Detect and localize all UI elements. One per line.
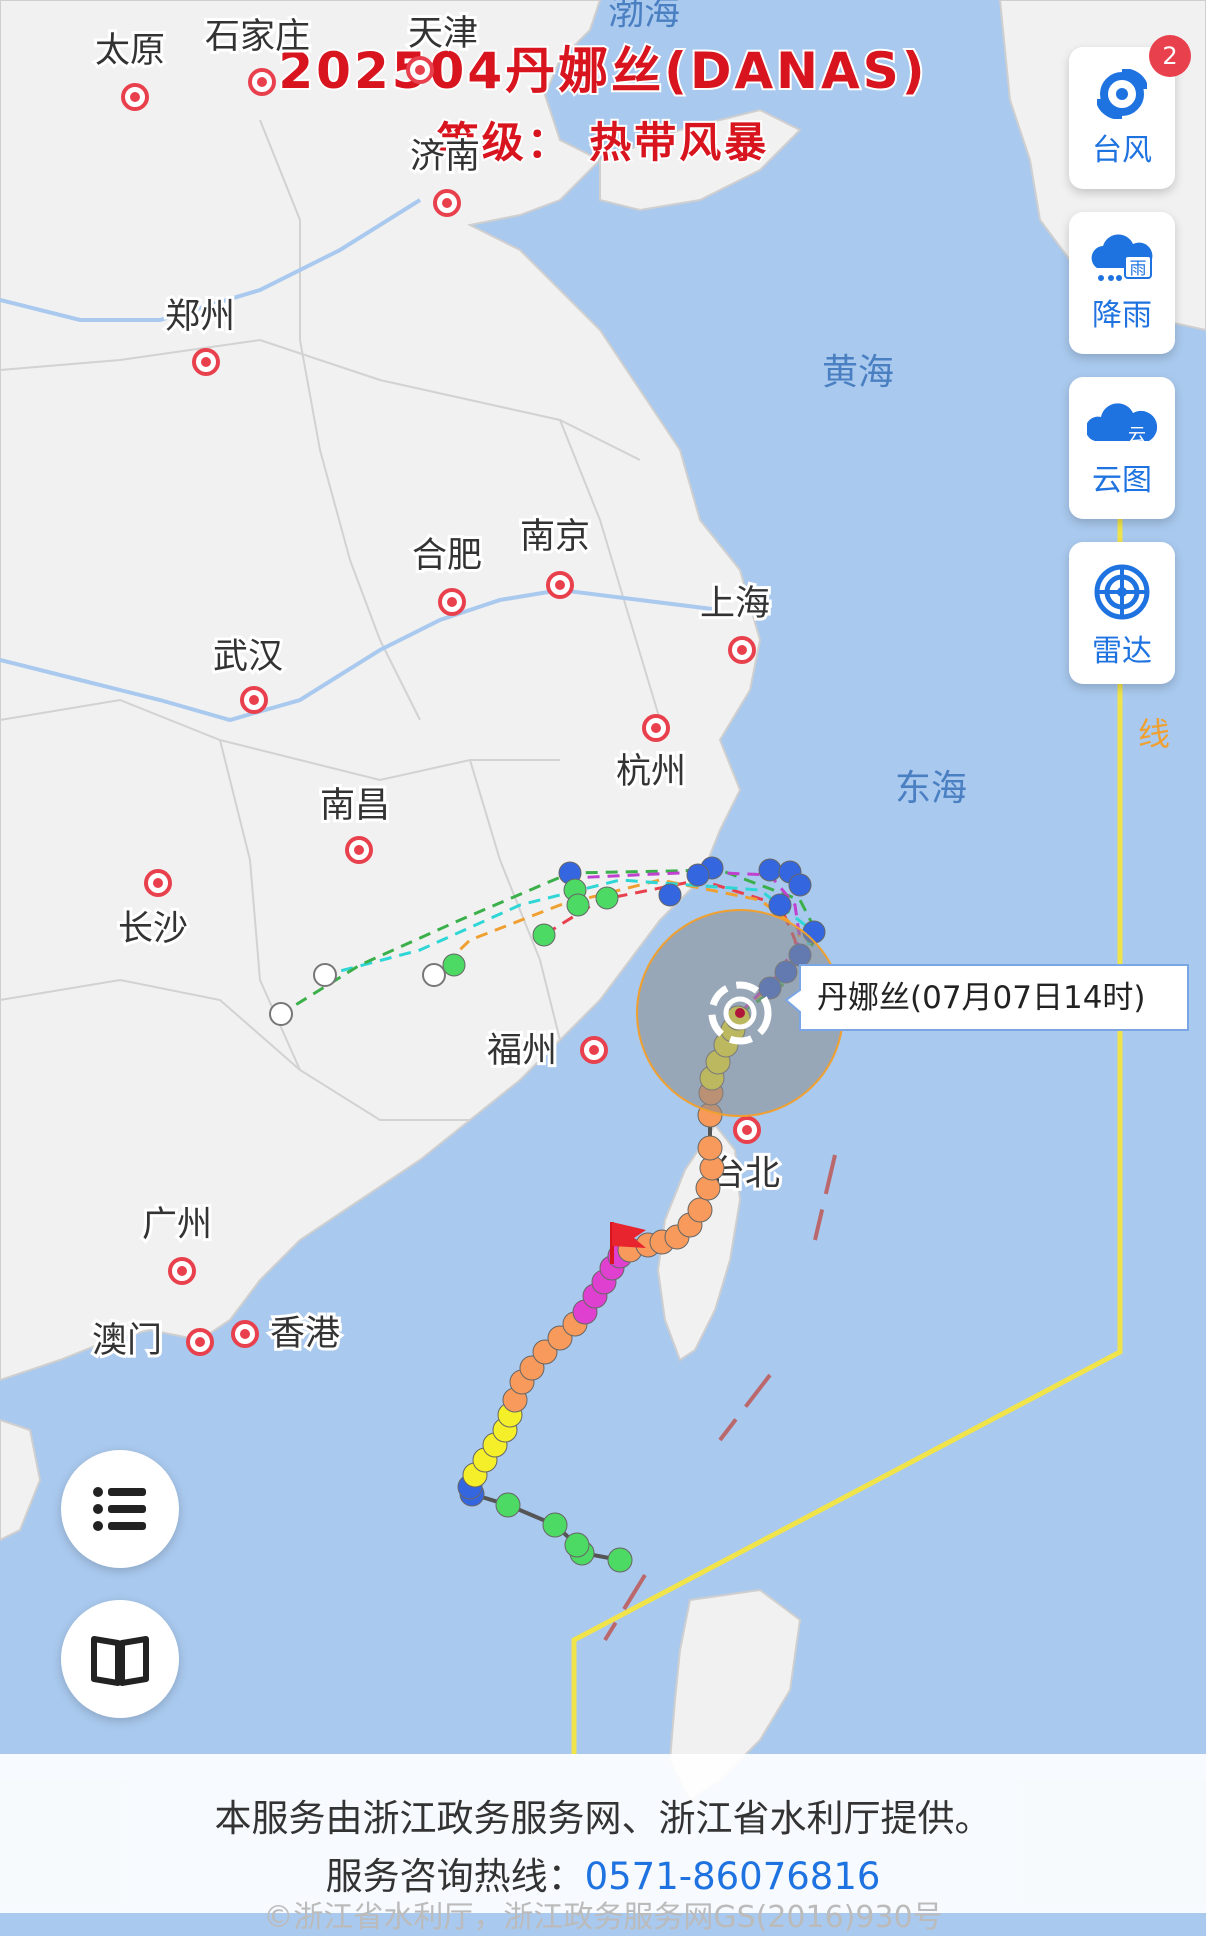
typhoon-tooltip[interactable]: 丹娜丝(07月07日14时) [784, 964, 1189, 1031]
city-label: 澳门 [92, 1321, 162, 1361]
city-label: 福州 [487, 1031, 557, 1071]
city-label: 广州 [142, 1205, 212, 1245]
book-icon [91, 1636, 149, 1686]
city-label: 合肥 [412, 536, 482, 576]
city-label: 南昌 [320, 786, 390, 826]
sea-label-donghai: 东海 [895, 768, 967, 809]
city-label: 长沙 [118, 909, 188, 949]
typhoon-control-button[interactable]: 2 台风 [1069, 35, 1191, 189]
notification-badge: 2 [1149, 35, 1191, 77]
rain-icon: 雨 [1091, 234, 1153, 281]
cloud-icon: 云 [1087, 403, 1157, 446]
typhoon-tooltip-text: 丹娜丝(07月07日14时) [817, 980, 1146, 1016]
sea-label-bohai: 渤海 [608, 0, 680, 33]
typhoon-map[interactable]: 线 202504丹娜丝(DANAS) 等级： 热带风暴 渤海 黄海 东海 太原石… [0, 0, 1206, 1913]
track-point[interactable] [687, 1197, 713, 1223]
forecast-point[interactable] [442, 953, 466, 977]
forecast-point[interactable] [758, 858, 782, 882]
warning-line-label: 线 [1138, 715, 1170, 753]
forecast-point[interactable] [595, 886, 619, 910]
forecast-point[interactable] [658, 883, 682, 907]
cloud-control-button[interactable]: 云 云图 [1069, 377, 1175, 519]
track-point[interactable] [542, 1512, 568, 1538]
typhoon-icon [1097, 69, 1147, 119]
radar-icon [1094, 564, 1150, 620]
sea-label-huanghai: 黄海 [822, 352, 894, 393]
city-label: 香港 [270, 1314, 340, 1354]
city-label: 杭州 [616, 752, 686, 792]
forecast-end-point[interactable] [313, 963, 337, 987]
city-label: 武汉 [213, 637, 283, 677]
footer-copyright: ©浙江省水利厅，浙江政务服务网GS(2016)930号 [263, 1900, 943, 1935]
forecast-point[interactable] [566, 893, 590, 917]
legend-book-button[interactable] [61, 1600, 179, 1718]
radar-control-label: 雷达 [1092, 634, 1152, 669]
city-label: 石家庄 [205, 17, 310, 57]
forecast-point[interactable] [686, 863, 710, 887]
city-label: 济南 [410, 137, 480, 177]
forecast-end-point[interactable] [269, 1002, 293, 1026]
city-label: 天津 [408, 14, 478, 54]
forecast-end-point[interactable] [422, 963, 446, 987]
radar-control-button[interactable]: 雷达 [1069, 542, 1175, 684]
cloud-icon-text: 云 [1128, 425, 1146, 446]
typhoon-title: 202504丹娜丝(DANAS) [278, 42, 927, 100]
service-footer: 本服务由浙江政务服务网、浙江省水利厅提供。 服务咨询热线：0571-860768… [0, 1754, 1206, 1935]
track-point[interactable] [495, 1492, 521, 1518]
typhoon-control-label: 台风 [1092, 133, 1152, 168]
footer-provider-text: 本服务由浙江政务服务网、浙江省水利厅提供。 [214, 1797, 992, 1840]
city-label: 太原 [95, 31, 165, 71]
forecast-point[interactable] [768, 893, 792, 917]
forecast-point[interactable] [788, 873, 812, 897]
cloud-control-label: 云图 [1092, 463, 1152, 498]
rain-control-button[interactable]: 雨 降雨 [1069, 212, 1175, 354]
list-icon [93, 1487, 146, 1531]
track-point[interactable] [564, 1532, 590, 1558]
typhoon-level: 等级： 热带风暴 [437, 118, 770, 167]
forecast-point[interactable] [532, 923, 556, 947]
city-label: 郑州 [165, 297, 235, 337]
track-point[interactable] [697, 1135, 723, 1161]
rain-icon-text: 雨 [1130, 259, 1147, 279]
track-point[interactable] [607, 1547, 633, 1573]
rain-control-label: 降雨 [1092, 298, 1152, 333]
city-label: 上海 [700, 584, 770, 624]
list-button[interactable] [61, 1450, 179, 1568]
city-label: 南京 [520, 517, 590, 557]
